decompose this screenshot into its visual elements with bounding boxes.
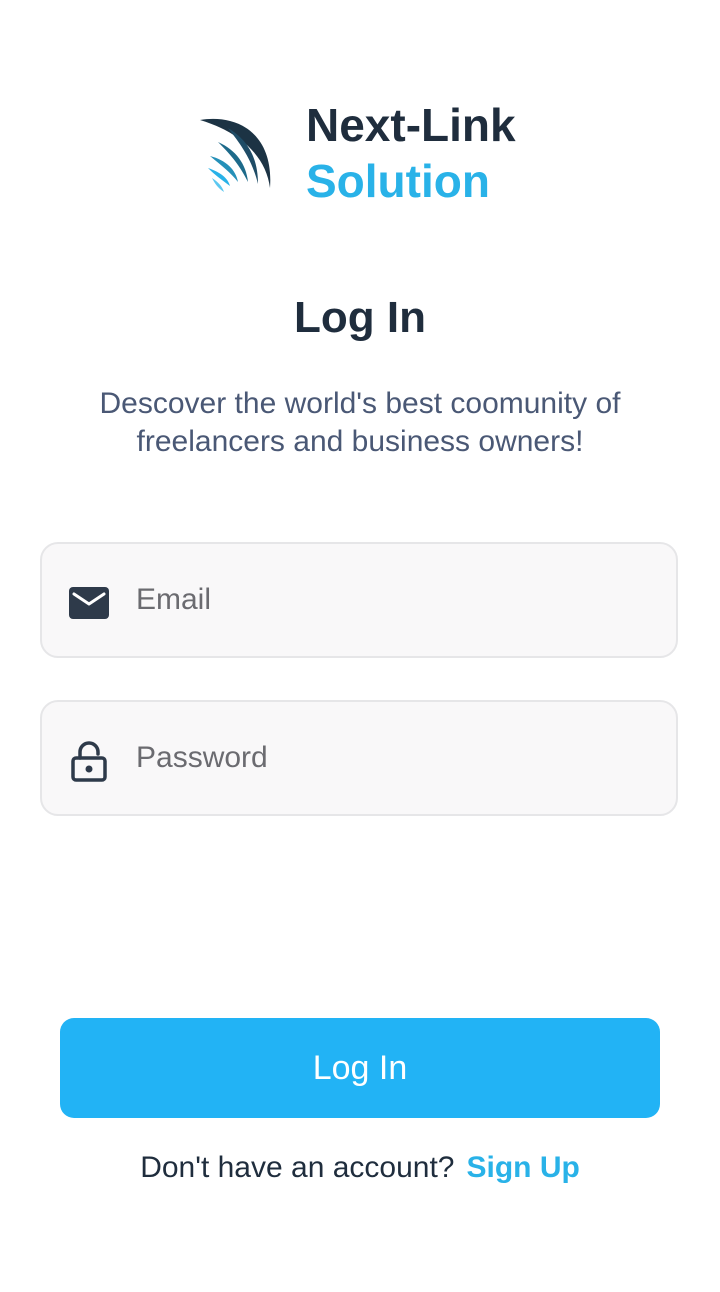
wing-logo-icon: [200, 118, 271, 192]
password-field[interactable]: [40, 700, 678, 816]
password-input[interactable]: [136, 702, 656, 814]
login-button[interactable]: Log In: [60, 1018, 660, 1118]
brand-header: Next-Link Solution: [196, 100, 556, 210]
email-input[interactable]: [136, 544, 656, 656]
brand-tagline: Solution: [306, 155, 490, 207]
page-title: Log In: [294, 293, 426, 342]
lock-icon: [71, 741, 107, 782]
signup-link[interactable]: Sign Up: [466, 1151, 579, 1184]
email-field[interactable]: [40, 542, 678, 658]
mail-icon: [69, 587, 109, 619]
signup-prompt-text: Don't have an account?: [140, 1151, 455, 1184]
page-subtitle: Descover the world's best coomunity of f…: [99, 387, 621, 458]
brand-name: Next-Link: [306, 99, 516, 151]
signup-prompt-row: Don't have an account? Sign Up: [0, 1148, 720, 1188]
